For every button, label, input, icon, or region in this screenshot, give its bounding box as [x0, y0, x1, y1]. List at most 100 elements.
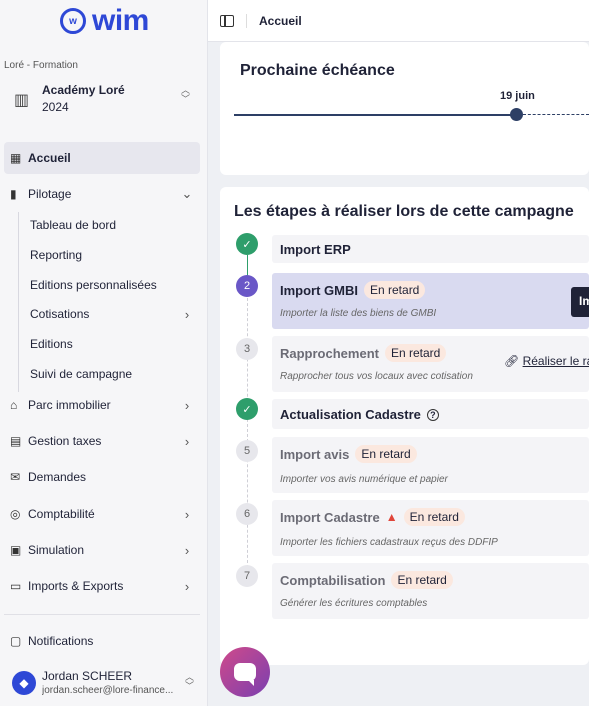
brand-name: wim [92, 4, 149, 37]
step-comptabilisation[interactable]: Comptabilisation En retard Générer les é… [272, 563, 589, 619]
nav-imports-exports[interactable]: ▭ Imports & Exports › [4, 570, 200, 602]
nav-taxes-label: Gestion taxes [28, 434, 102, 448]
avatar: ◆ [12, 671, 36, 695]
step-title: Comptabilisation En retard [280, 571, 453, 589]
nav-reporting-label: Reporting [30, 248, 83, 262]
folder-icon: ▭ [10, 579, 22, 593]
deadline-date: 19 juin [500, 90, 535, 102]
step-title: Rapprochement En retard [280, 344, 447, 362]
nav-pilotage[interactable]: ▮ Pilotage ⌄ [4, 178, 200, 210]
chevron-right-icon: › [184, 306, 190, 322]
nav-editions-personnalisees-label: Editions personnalisées [30, 278, 157, 292]
deadline-remaining-line [523, 114, 589, 115]
nav-suivi-campagne[interactable]: Suivi de campagne [30, 362, 200, 386]
step-import-cadastre[interactable]: Import Cadastre ▲ En retard Importer les… [272, 500, 589, 556]
step-title-text: Import GMBI [280, 282, 358, 298]
chat-launcher-button[interactable] [220, 647, 270, 697]
user-name: Jordan SCHEER [42, 669, 133, 683]
submenu-guide-line [18, 212, 19, 392]
wim-logo-icon: w [60, 8, 86, 34]
step-import-gmbi[interactable]: Import GMBI En retard Importer la liste … [272, 273, 589, 329]
nav-parc-label: Parc immobilier [28, 398, 111, 412]
org-year: 2024 [42, 100, 69, 114]
nav-editions-label: Editions [30, 337, 73, 351]
user-menu[interactable]: ◆ Jordan SCHEER jordan.scheer@lore-finan… [8, 665, 200, 701]
nav-reporting[interactable]: Reporting [30, 243, 200, 267]
nav-parc-immobilier[interactable]: ⌂ Parc immobilier › [4, 389, 200, 421]
nav-editions[interactable]: Editions [30, 332, 200, 356]
nav-tableau-de-bord[interactable]: Tableau de bord [30, 213, 200, 237]
deadline-progress-line [234, 114, 516, 116]
calculator-icon: ▣ [10, 543, 22, 557]
step-title-text: Rapprochement [280, 345, 379, 361]
nav-notifications-label: Notifications [28, 634, 94, 648]
late-badge: En retard [364, 281, 426, 299]
late-badge: En retard [403, 508, 465, 526]
step-title-text: Import ERP [280, 242, 351, 257]
bar-chart-icon: ▮ [10, 187, 17, 201]
coins-icon: ◎ [10, 507, 21, 521]
chevron-right-icon: › [184, 578, 190, 594]
nav-simulation[interactable]: ▣ Simulation › [4, 534, 200, 566]
step-title: Import GMBI En retard [280, 281, 426, 299]
deadline-marker [510, 108, 523, 121]
step-actualisation-cadastre[interactable]: Actualisation Cadastre ? [272, 399, 589, 429]
steps-title: Les étapes à réaliser lors de cette camp… [234, 203, 574, 220]
sidebar: w wim Loré - Formation ▥ Académy Loré 20… [0, 0, 208, 706]
breadcrumb-separator [246, 13, 247, 28]
step-number: 6 [236, 503, 258, 525]
steps-card: Les étapes à réaliser lors de cette camp… [220, 187, 589, 665]
house-icon: ⌂ [10, 398, 18, 412]
step-title-text: Comptabilisation [280, 572, 386, 588]
chevron-right-icon: › [184, 506, 190, 522]
chevron-up-down-icon: ︿ ﹀ [184, 672, 194, 691]
inbox-icon: ✉ [10, 470, 21, 484]
realiser-link-text: Réaliser le ra [522, 354, 589, 368]
nav-accueil[interactable]: ▦ Accueil [4, 142, 200, 174]
document-icon: ▤ [10, 434, 22, 448]
step-title-text: Actualisation Cadastre [280, 407, 421, 422]
step-title: Import avis En retard [280, 445, 417, 463]
sidebar-toggle-icon[interactable] [220, 14, 234, 27]
nav-notifications[interactable]: ▢ Notifications [4, 625, 200, 657]
step-import-erp[interactable]: Import ERP [272, 235, 589, 263]
step-title-text: Import Cadastre [280, 509, 380, 525]
org-selector[interactable]: ▥ Académy Loré 2024 ︿ ﹀ [8, 82, 198, 118]
step-number: 7 [236, 565, 258, 587]
import-button[interactable]: Im [571, 287, 589, 317]
help-icon[interactable]: ? [426, 408, 439, 421]
nav-gestion-taxes[interactable]: ▤ Gestion taxes › [4, 425, 200, 457]
step-description: Importer la liste des biens de GMBI [280, 308, 437, 319]
step-description: Importer vos avis numérique et papier [280, 474, 448, 485]
nav-compta-label: Comptabilité [28, 507, 95, 521]
nav-simulation-label: Simulation [28, 543, 85, 557]
nav-cotisations[interactable]: Cotisations › [30, 302, 200, 326]
nav-editions-personnalisees[interactable]: Editions personnalisées [30, 273, 200, 297]
nav-imports-label: Imports & Exports [28, 579, 124, 593]
chevron-up-down-icon: ︿ ﹀ [180, 85, 190, 104]
late-badge: En retard [355, 445, 417, 463]
step-check-icon: ✓ [236, 233, 258, 255]
step-number: 5 [236, 440, 258, 462]
step-rapprochement[interactable]: Rapprochement En retard Rapprocher tous … [272, 336, 589, 392]
realiser-link[interactable]: 🔗︎ Réaliser le ra [504, 354, 589, 368]
wim-logo[interactable]: w wim [60, 4, 149, 37]
chevron-right-icon: › [184, 433, 190, 449]
building-icon: ▥ [14, 92, 30, 109]
deadline-title: Prochaine échéance [240, 62, 395, 79]
grid-icon: ▦ [10, 151, 22, 165]
org-caption: Loré - Formation [4, 60, 78, 71]
step-description: Rapprocher tous vos locaux avec cotisati… [280, 371, 473, 382]
step-title: Import ERP [280, 242, 351, 257]
nav-tableau-de-bord-label: Tableau de bord [30, 218, 117, 232]
nav-demandes[interactable]: ✉ Demandes [4, 461, 200, 493]
step-description: Générer les écritures comptables [280, 598, 428, 609]
chevron-down-icon: ⌄ [181, 186, 193, 201]
nav-comptabilite[interactable]: ◎ Comptabilité › [4, 498, 200, 530]
nav-cotisations-label: Cotisations [30, 307, 90, 321]
step-import-avis[interactable]: Import avis En retard Importer vos avis … [272, 437, 589, 493]
step-number: 3 [236, 338, 258, 360]
nav-accueil-label: Accueil [28, 151, 71, 165]
message-icon: ▢ [10, 634, 22, 648]
warning-icon: ▲ [385, 510, 398, 524]
